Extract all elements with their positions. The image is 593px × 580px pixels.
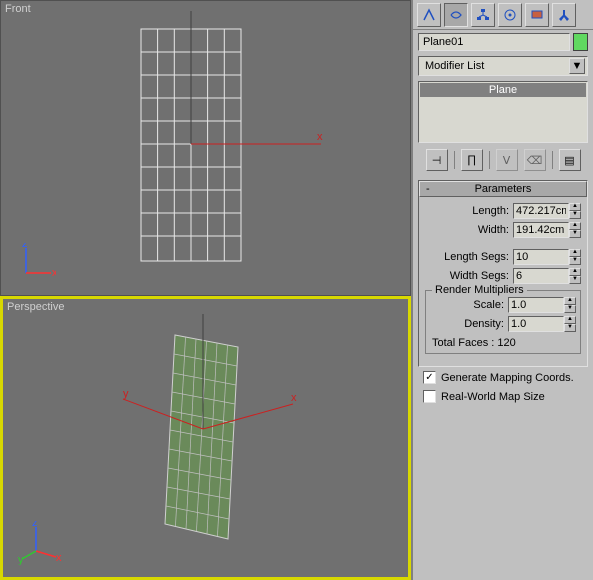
width-label: Width: [478,224,509,236]
real-world-checkbox[interactable] [423,390,436,403]
tab-create[interactable] [417,3,441,27]
spin-down-icon[interactable]: ▼ [564,305,576,313]
generate-mapping-row: ✓ Generate Mapping Coords. [413,367,593,386]
trash-icon: ⌫ [527,154,543,167]
total-faces-label: Total Faces : 120 [430,335,576,349]
separator [489,151,490,169]
axis-gizmo-front: z x [16,243,56,283]
modifier-stack[interactable]: Plane [418,81,588,143]
scale-spinner[interactable]: ▲▼ [508,297,576,313]
viewports-area: Front x [0,0,411,580]
spin-up-icon[interactable]: ▲ [569,249,581,257]
render-multipliers-title: Render Multipliers [432,284,527,296]
spin-down-icon[interactable]: ▼ [564,324,576,332]
width-segs-input[interactable] [513,268,569,284]
real-world-label: Real-World Map Size [441,391,545,403]
pin-icon: ⊣ [432,154,442,167]
pin-stack-button[interactable]: ⊣ [426,149,448,171]
modifier-list-label: Modifier List [425,60,484,72]
spin-up-icon[interactable]: ▲ [564,316,576,324]
scale-label: Scale: [473,299,504,311]
svg-text:x: x [56,552,62,564]
tab-hierarchy[interactable] [471,3,495,27]
make-unique-icon: ᐯ [503,154,511,167]
configure-icon: ▤ [564,154,574,167]
length-label: Length: [472,205,509,217]
modifier-list-dropdown[interactable]: Modifier List ▼ [418,56,588,76]
real-world-row: Real-World Map Size [413,386,593,405]
density-label: Density: [464,318,504,330]
spin-down-icon[interactable]: ▼ [569,257,581,265]
width-segs-label: Width Segs: [450,270,509,282]
command-panel-tabs [413,0,593,30]
object-name-row [413,30,593,54]
density-spinner[interactable]: ▲▼ [508,316,576,332]
width-spinner[interactable]: ▲▼ [513,222,581,238]
axis-gizmo-perspective: z x y [18,521,62,565]
tab-display[interactable] [525,3,549,27]
plane-grid-front: x [141,11,323,261]
show-result-icon: ∏ [467,154,476,166]
generate-mapping-label: Generate Mapping Coords. [441,372,574,384]
spin-up-icon[interactable]: ▲ [569,222,581,230]
density-input[interactable] [508,316,564,332]
viewport-front[interactable]: Front x [0,0,411,296]
width-input[interactable] [513,222,569,238]
collapse-icon: - [426,183,430,195]
length-segs-input[interactable] [513,249,569,265]
tab-modify[interactable] [444,3,468,27]
rollout-title: Parameters [475,183,532,195]
stack-toolbar: ⊣ ∏ ᐯ ⌫ ▤ [413,146,593,174]
spin-down-icon[interactable]: ▼ [569,230,581,238]
plane-mesh-perspective: y x [123,314,297,539]
perspective-scene: y x [3,299,408,577]
length-segs-label: Length Segs: [444,251,509,263]
svg-text:z: z [32,521,38,529]
command-panel: Modifier List ▼ Plane ⊣ ∏ ᐯ ⌫ ▤ - Parame… [411,0,593,580]
spin-up-icon[interactable]: ▲ [569,203,581,211]
separator [454,151,455,169]
tab-utilities[interactable] [552,3,576,27]
configure-sets-button[interactable]: ▤ [559,149,581,171]
parameters-rollout-header[interactable]: - Parameters [419,181,587,197]
width-segs-spinner[interactable]: ▲▼ [513,268,581,284]
tab-motion[interactable] [498,3,522,27]
render-multipliers-group: Render Multipliers Scale: ▲▼ Density: ▲▼… [425,290,581,354]
parameters-rollout: - Parameters Length: ▲▼ Width: ▲▼ Length [418,180,588,367]
svg-text:y: y [123,388,129,400]
viewport-perspective[interactable]: Perspective y x [0,296,411,580]
svg-text:y: y [18,554,24,565]
generate-mapping-checkbox[interactable]: ✓ [423,371,436,384]
svg-text:z: z [22,243,28,250]
svg-text:x: x [317,131,323,143]
show-end-result-button[interactable]: ∏ [461,149,483,171]
spin-up-icon[interactable]: ▲ [569,268,581,276]
separator [552,151,553,169]
spin-up-icon[interactable]: ▲ [564,297,576,305]
object-name-input[interactable] [418,33,570,51]
length-input[interactable] [513,203,569,219]
stack-item-plane[interactable]: Plane [420,83,586,97]
object-color-swatch[interactable] [573,33,588,51]
svg-text:x: x [291,392,297,404]
make-unique-button[interactable]: ᐯ [496,149,518,171]
dropdown-arrow-icon: ▼ [569,58,585,74]
length-segs-spinner[interactable]: ▲▼ [513,249,581,265]
remove-modifier-button[interactable]: ⌫ [524,149,546,171]
front-scene: x [1,1,410,295]
length-spinner[interactable]: ▲▼ [513,203,581,219]
scale-input[interactable] [508,297,564,313]
spin-down-icon[interactable]: ▼ [569,276,581,284]
spin-down-icon[interactable]: ▼ [569,211,581,219]
svg-text:x: x [52,267,56,279]
